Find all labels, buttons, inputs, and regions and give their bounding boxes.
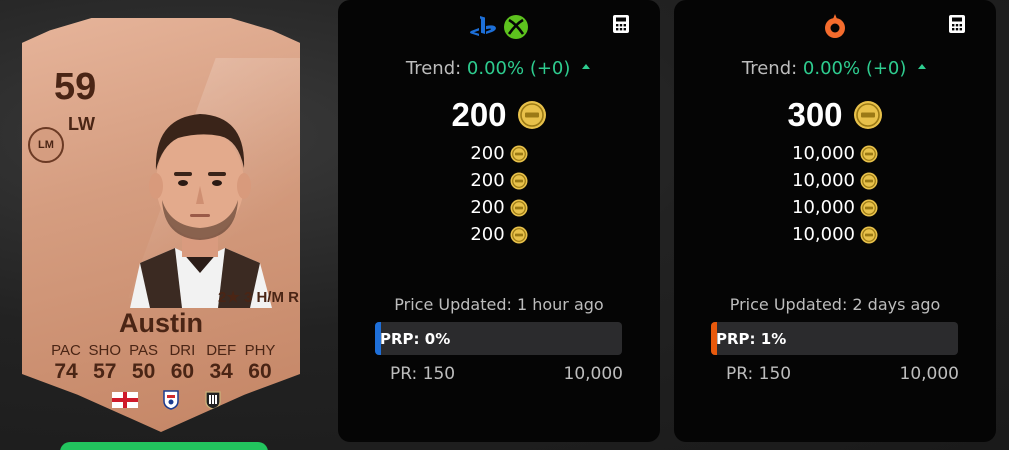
coin-icon — [860, 226, 878, 243]
playstation-icon — [470, 16, 496, 36]
coin-icon — [510, 199, 528, 216]
stat-sho: SHO 57 — [87, 342, 123, 384]
lowest-price: 300 — [674, 96, 996, 134]
trend-label: Trend: — [741, 58, 798, 79]
coin-icon — [510, 145, 528, 162]
england-flag-icon — [112, 392, 138, 408]
price-range-max: 10,000 — [899, 364, 959, 384]
calculator-icon[interactable] — [948, 14, 966, 34]
coin-icon — [517, 101, 546, 129]
player-position: LW — [68, 114, 95, 134]
price-value: 200 — [470, 197, 505, 218]
action-button[interactable] — [60, 442, 268, 450]
player-card[interactable]: 59 LW 2★ 3 H/M R Austin PAC 74 SHO 57 PA… — [22, 18, 300, 432]
coin-icon — [510, 172, 528, 189]
stat-value: 74 — [54, 360, 78, 383]
coin-icon — [510, 226, 528, 243]
stat-value: 60 — [170, 360, 195, 383]
lowest-price-value: 300 — [787, 96, 843, 133]
price-list: 200 200 200 200 — [338, 140, 660, 248]
price-row: 10,000 — [792, 140, 878, 167]
prp-bar: PRP: 1% — [711, 322, 958, 355]
stat-label: PHY — [244, 342, 276, 359]
stat-pas: PAS 50 — [126, 342, 162, 384]
prp-bar: PRP: 0% — [375, 322, 622, 355]
player-name: Austin — [119, 308, 203, 338]
skill-moves-workrate: 2★ 3 H/M R — [218, 289, 299, 306]
price-value: 10,000 — [792, 224, 855, 245]
stat-label: DEF — [206, 342, 237, 359]
xbox-icon — [504, 15, 528, 39]
player-portrait — [130, 114, 272, 308]
trend-value: 0.00% (+0) — [466, 58, 571, 79]
price-row: 10,000 — [792, 221, 878, 248]
stat-label: PAC — [51, 342, 81, 359]
price-row: 10,000 — [792, 167, 878, 194]
prp-label: PRP: 0% — [380, 329, 451, 348]
trend-value: 0.00% (+0) — [802, 58, 907, 79]
price-row: 200 — [470, 194, 528, 221]
club-crest-icon — [205, 391, 221, 410]
price-range-min: PR: 150 — [726, 364, 792, 384]
stat-value: 60 — [248, 360, 272, 383]
stat-value: 50 — [131, 360, 156, 383]
price-row: 200 — [470, 167, 528, 194]
price-row: 200 — [470, 140, 528, 167]
price-range-min: PR: 150 — [390, 364, 456, 384]
price-row: 10,000 — [792, 194, 878, 221]
coin-icon — [860, 199, 878, 216]
stat-label: DRI — [169, 342, 196, 359]
alt-position-badge: LM — [28, 127, 64, 163]
price-value: 200 — [470, 224, 505, 245]
card-background: 59 LW 2★ 3 H/M R Austin PAC 74 SHO 57 PA… — [22, 18, 300, 432]
trend-text: Trend: 0.00% (+0) — [674, 58, 996, 79]
price-range: PR: 150 10,000 — [726, 364, 959, 384]
stat-label: SHO — [88, 342, 122, 359]
prp-label: PRP: 1% — [716, 329, 787, 348]
stat-label: PAS — [129, 342, 159, 359]
trend-up-icon — [918, 64, 927, 69]
price-value: 10,000 — [792, 197, 855, 218]
price-value: 200 — [470, 170, 505, 191]
player-badges — [112, 390, 222, 410]
lowest-price-value: 200 — [451, 96, 507, 133]
trend-label: Trend: — [405, 58, 462, 79]
trend-text: Trend: 0.00% (+0) — [338, 58, 660, 79]
stat-value: 34 — [209, 360, 233, 383]
price-value: 10,000 — [792, 143, 855, 164]
price-range: PR: 150 10,000 — [390, 364, 623, 384]
league-badge-icon — [163, 390, 179, 410]
price-range-max: 10,000 — [563, 364, 623, 384]
player-rating: 59 — [54, 66, 97, 108]
stat-value: 57 — [93, 360, 117, 383]
coin-icon — [860, 145, 878, 162]
player-stats: PAC 74 SHO 57 PAS 50 DRI 60 DEF 34 PHY 6… — [48, 342, 278, 384]
stat-phy: PHY 60 — [242, 342, 278, 384]
price-list: 10,000 10,000 10,000 10,000 — [674, 140, 996, 248]
stat-pac: PAC 74 — [48, 342, 84, 384]
coin-icon — [853, 101, 882, 129]
stat-dri: DRI 60 — [164, 342, 200, 384]
price-value: 200 — [470, 143, 505, 164]
stat-def: DEF 34 — [203, 342, 239, 384]
origin-icon — [825, 14, 845, 38]
price-row: 200 — [470, 221, 528, 248]
lowest-price: 200 — [338, 96, 660, 134]
trend-up-icon — [582, 64, 591, 69]
pc-price-panel: Trend: 0.00% (+0) 300 10,000 10,000 10,0… — [674, 0, 996, 442]
price-updated-text: Price Updated: 1 hour ago — [394, 295, 604, 314]
price-updated-text: Price Updated: 2 days ago — [729, 295, 941, 314]
coin-icon — [860, 172, 878, 189]
console-price-panel: Trend: 0.00% (+0) 200 200 200 200 200 Pr… — [338, 0, 660, 442]
price-value: 10,000 — [792, 170, 855, 191]
calculator-icon[interactable] — [612, 14, 630, 34]
